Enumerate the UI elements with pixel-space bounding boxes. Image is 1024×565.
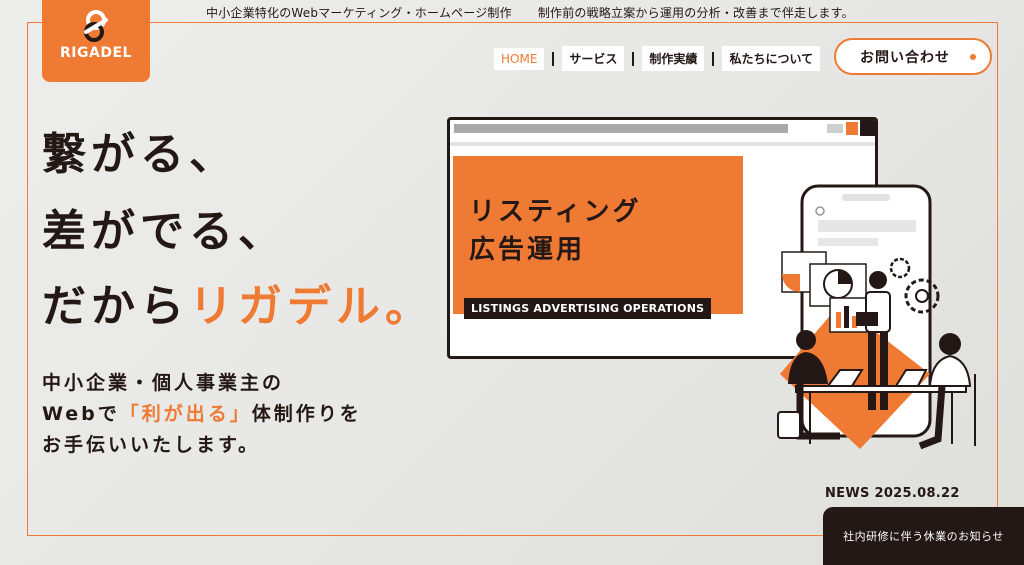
hero-line-3-prefix: だから [42, 281, 189, 332]
hero-line-2: 差がでる、 [42, 206, 287, 257]
browser-tab-orange [846, 122, 858, 135]
subcopy-line-3: お手伝いいたします。 [42, 434, 261, 456]
tagline-left: 中小企業特化のWebマーケティング・ホームページ制作 [206, 6, 512, 20]
hero-brand-accent: リガデル。 [189, 281, 434, 332]
browser-divider [450, 142, 875, 146]
news-headline-link[interactable]: 社内研修に伴う休業のお知らせ [823, 507, 1024, 565]
browser-toolbar [450, 120, 875, 136]
hero-line-3: だからリガデル。 [42, 285, 434, 329]
subcopy-accent: 「利が出る」 [119, 403, 252, 425]
news-date: NEWS 2025.08.22 [825, 486, 960, 501]
hero-line-1: 繋がる、 [42, 129, 238, 180]
contact-button-label: お問い合わせ [860, 49, 950, 66]
browser-tab-light [827, 124, 843, 133]
nav-item-home[interactable]: HOME [494, 47, 545, 70]
nav-divider [632, 51, 635, 66]
top-tagline: 中小企業特化のWebマーケティング・ホームページ制作 制作前の戦略立案から運用の… [206, 4, 854, 21]
news-headline: 社内研修に伴う休業のお知らせ [843, 530, 1004, 543]
subcopy-line-2: Webで「利が出る」体制作りを [42, 399, 362, 430]
logo-text: RIGADEL [60, 45, 132, 61]
tagline-right: 制作前の戦略立案から運用の分析・改善まで伴走します。 [537, 6, 854, 20]
nav-item-about[interactable]: 私たちについて [722, 46, 821, 71]
logo[interactable]: RIGADEL [42, 0, 150, 82]
hero-subcopy: 中小企業・個人事業主の Webで「利が出る」体制作りを お手伝いいたします。 [42, 368, 362, 461]
nav-divider [712, 51, 715, 66]
nav-item-works[interactable]: 制作実績 [642, 46, 705, 71]
subcopy-line-2-prefix: Webで [42, 403, 120, 425]
subcopy-line-1: 中小企業・個人事業主の [42, 372, 285, 394]
global-nav: HOME サービス 制作実績 私たちについて [494, 46, 821, 71]
contact-dot-icon [970, 54, 976, 60]
logo-mark-icon [84, 10, 108, 42]
contact-button[interactable]: お問い合わせ [834, 38, 992, 75]
nav-divider [552, 51, 555, 66]
slide-title-line-1: リスティング [469, 197, 642, 227]
slide-panel: リスティング 広告運用 LISTINGS ADVERTISING OPERATI… [453, 156, 743, 319]
subcopy-line-2-suffix: 体制作りを [251, 403, 362, 425]
team-illustration [777, 184, 976, 450]
slide-title-line-2: 広告運用 [469, 234, 586, 265]
nav-item-services[interactable]: サービス [562, 46, 625, 71]
browser-tab-dark [860, 120, 875, 136]
slide-title: リスティング 広告運用 [469, 194, 641, 269]
slide-badge: LISTINGS ADVERTISING OPERATIONS [464, 298, 712, 319]
browser-address-bar [454, 124, 788, 133]
